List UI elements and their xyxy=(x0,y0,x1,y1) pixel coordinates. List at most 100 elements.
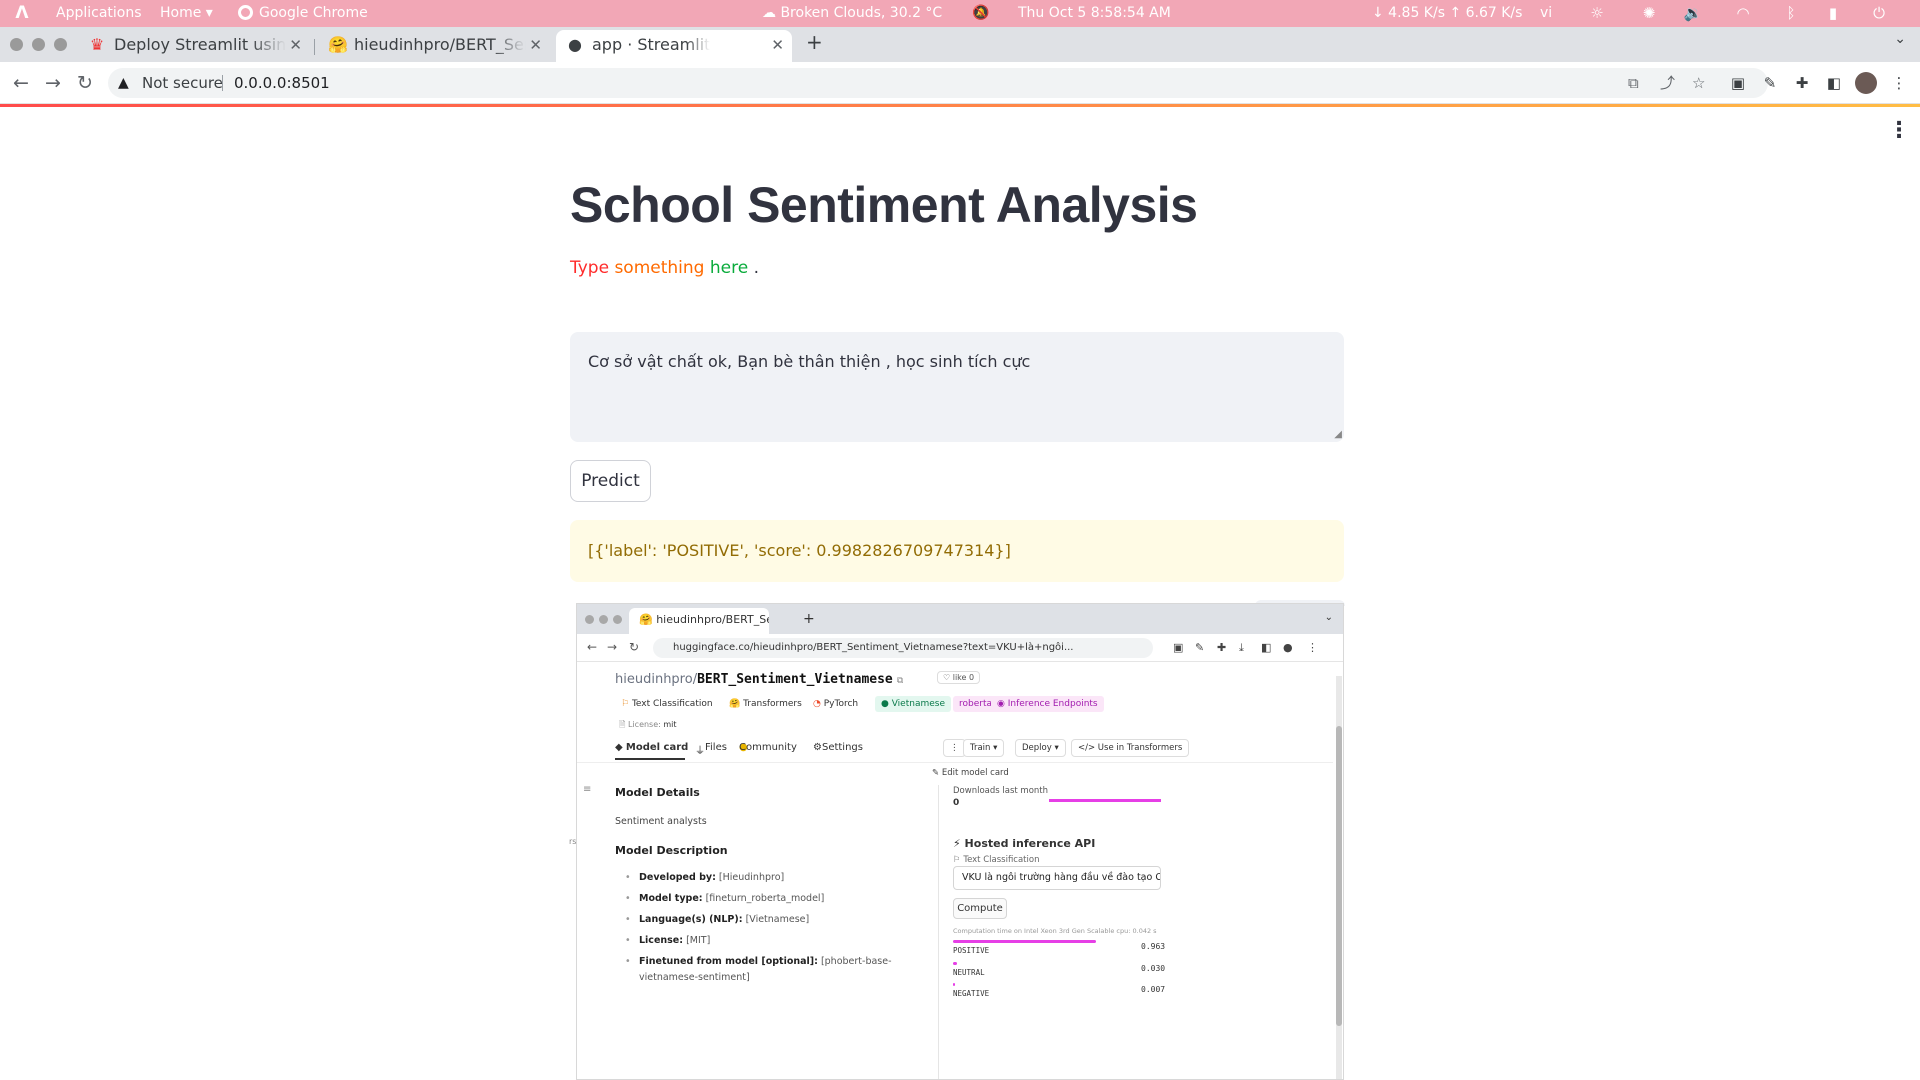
bookmark-star-icon[interactable]: ☆ xyxy=(1692,68,1705,98)
tag-label: Text Classification xyxy=(631,699,713,709)
embedded-extension-icon: ▣ xyxy=(1173,641,1184,654)
profile-avatar[interactable] xyxy=(1855,72,1877,94)
score-bar xyxy=(953,983,955,986)
tab-close-icon[interactable]: ✕ xyxy=(289,30,302,60)
detail-key: License: xyxy=(639,935,684,946)
back-button[interactable]: ← xyxy=(8,70,34,96)
share-icon[interactable]: ⤴ xyxy=(1660,68,1675,98)
arch-logo-icon[interactable]: Λ xyxy=(10,0,34,27)
tab-deploy-streamlit[interactable]: ♛ Deploy Streamlit using ✕ xyxy=(78,30,310,62)
embedded-window-dot xyxy=(585,615,594,624)
detail-key: Model type: xyxy=(639,893,703,904)
embedded-scrollbar xyxy=(1336,676,1342,1079)
streamlit-main-menu-icon[interactable]: ⋮ xyxy=(1888,118,1910,143)
embedded-extension-icon: ✚ xyxy=(1217,641,1227,654)
reload-button[interactable]: ↻ xyxy=(72,70,98,96)
github-icon: ● xyxy=(568,35,582,54)
subtitle-word: here xyxy=(709,258,749,278)
downloads-value: 0 xyxy=(953,798,960,808)
tab-label: hieudinhpro/BERT_Sen xyxy=(354,35,526,54)
battery-icon[interactable]: ▮ xyxy=(1820,0,1846,27)
extensions-puzzle-icon[interactable]: ✚ xyxy=(1791,72,1813,94)
volume-icon[interactable]: 🔉 xyxy=(1680,0,1706,27)
embedded-extension-icon: ✎ xyxy=(1195,641,1205,654)
translate-icon[interactable]: ⧉ xyxy=(1628,68,1639,98)
embedded-new-tab-icon: + xyxy=(803,611,815,627)
model-description-heading: Model Description xyxy=(615,844,728,857)
tab-close-icon[interactable]: ✕ xyxy=(529,30,542,60)
detail-item: Developed by: [Hieudinhpro] xyxy=(625,872,784,883)
system-top-bar: Λ Applications Home ▾ Google Chrome ☁ Br… xyxy=(0,0,1920,27)
text-input-value[interactable]: Cơ sở vật chất ok, Bạn bè thân thiện , h… xyxy=(588,352,1030,371)
inference-task-text: Text Classification xyxy=(963,855,1040,865)
not-secure-warning-icon[interactable]: ▲ xyxy=(118,68,129,98)
detail-item: Finetuned from model [optional]: [phober… xyxy=(625,956,892,967)
tab-close-icon[interactable]: ✕ xyxy=(771,30,784,60)
embedded-tab-strip: 🤗 hieudinhpro/BERT_Sen + ⌄ xyxy=(577,604,1343,634)
community-tab-label: Community xyxy=(739,742,797,753)
forward-button[interactable]: → xyxy=(40,70,66,96)
power-icon[interactable]: ⏻ xyxy=(1866,0,1892,27)
downloads-label: Downloads last month xyxy=(953,786,1049,796)
use-in-transformers-button: </> Use in Transformers xyxy=(1071,739,1190,757)
window-maximize-button[interactable] xyxy=(54,38,67,51)
detail-value: [phobert-base- xyxy=(817,956,892,967)
license-value: mit xyxy=(663,720,677,729)
detail-item: Model type: [fineturn_roberta_model] xyxy=(625,893,824,904)
streamlit-crown-icon: ♛ xyxy=(89,35,105,54)
extension-icon[interactable]: ✎ xyxy=(1759,72,1781,94)
embedded-chevron-down-icon: ⌄ xyxy=(1324,612,1333,623)
tab-streamlit-app[interactable]: ● app · Streamlit ✕ xyxy=(556,30,792,62)
brightness-icon[interactable]: ☼ xyxy=(1584,0,1610,27)
detail-value: [Vietnamese] xyxy=(742,914,810,925)
window-close-button[interactable] xyxy=(10,38,23,51)
tab-huggingface-model[interactable]: 🤗 hieudinhpro/BERT_Sen ✕ xyxy=(318,30,550,62)
downloads-sparkline xyxy=(1049,799,1161,802)
edit-model-card-link: ✎ Edit model card xyxy=(932,768,1009,778)
huggingface-icon: 🤗 xyxy=(328,35,348,54)
license-info: 🗎 License: mit xyxy=(619,720,677,729)
url-text[interactable]: 0.0.0.0:8501 xyxy=(234,68,330,98)
predict-button[interactable]: Predict xyxy=(570,460,651,502)
home-menu[interactable]: Home ▾ xyxy=(160,0,213,27)
column-divider xyxy=(938,785,939,1079)
applications-menu[interactable]: Applications xyxy=(56,0,142,27)
night-light-icon[interactable]: ✺ xyxy=(1636,0,1662,27)
bluetooth-icon[interactable]: ᛒ xyxy=(1778,0,1804,27)
tab-search-chevron-icon[interactable]: ⌄ xyxy=(1894,31,1906,47)
score-bar xyxy=(953,940,1096,943)
address-divider xyxy=(222,75,223,91)
train-button: Train ▾ xyxy=(963,739,1005,757)
settings-tab-label: Settings xyxy=(821,742,863,753)
clock[interactable]: Thu Oct 5 8:58:54 AM xyxy=(1018,0,1171,27)
active-app-indicator[interactable]: Google Chrome xyxy=(238,0,368,27)
embedded-window-dot xyxy=(599,615,608,624)
model-summary: Sentiment analysts xyxy=(615,816,707,827)
address-bar[interactable]: ▲ Not secure 0.0.0.0:8501 ⧉ ⤴ ☆ xyxy=(108,68,1768,98)
detail-item: License: [MIT] xyxy=(625,935,710,946)
new-tab-button[interactable]: + xyxy=(806,30,823,54)
input-language[interactable]: vi xyxy=(1540,0,1552,27)
score-bar xyxy=(953,962,957,965)
side-panel-icon[interactable]: ◧ xyxy=(1823,72,1845,94)
wifi-icon[interactable]: ◠ xyxy=(1730,0,1756,27)
window-minimize-button[interactable] xyxy=(32,38,45,51)
resize-handle-icon[interactable]: ◢ xyxy=(1334,429,1342,440)
notifications-muted-icon[interactable]: 🔕 xyxy=(972,0,989,27)
extension-icon[interactable]: ▣ xyxy=(1727,72,1749,94)
tag-inference-endpoints: ◉ Inference Endpoints xyxy=(991,696,1104,712)
subtitle-word: Type xyxy=(570,258,610,278)
embedded-url: huggingface.co/hieudinhpro/BERT_Sentimen… xyxy=(673,642,1074,653)
computation-time: Computation time on Intel Xeon 3rd Gen S… xyxy=(953,927,1157,935)
weather-indicator[interactable]: ☁ Broken Clouds, 30.2 °C xyxy=(762,0,942,27)
subtitle-word: . xyxy=(753,258,759,278)
embedded-download-icon: ⤓ xyxy=(1239,641,1244,654)
text-input-area[interactable]: Cơ sở vật chất ok, Bạn bè thân thiện , h… xyxy=(570,332,1344,442)
embedded-menu-icon: ⋮ xyxy=(1307,641,1318,654)
not-secure-label[interactable]: Not secure xyxy=(142,68,223,98)
detail-key: Finetuned from model [optional]: xyxy=(639,956,818,967)
chrome-icon xyxy=(238,5,253,20)
tag-label: Inference Endpoints xyxy=(1007,699,1098,709)
embedded-scrollbar-thumb xyxy=(1336,726,1342,1026)
chrome-menu-icon[interactable]: ⋮ xyxy=(1888,72,1910,94)
